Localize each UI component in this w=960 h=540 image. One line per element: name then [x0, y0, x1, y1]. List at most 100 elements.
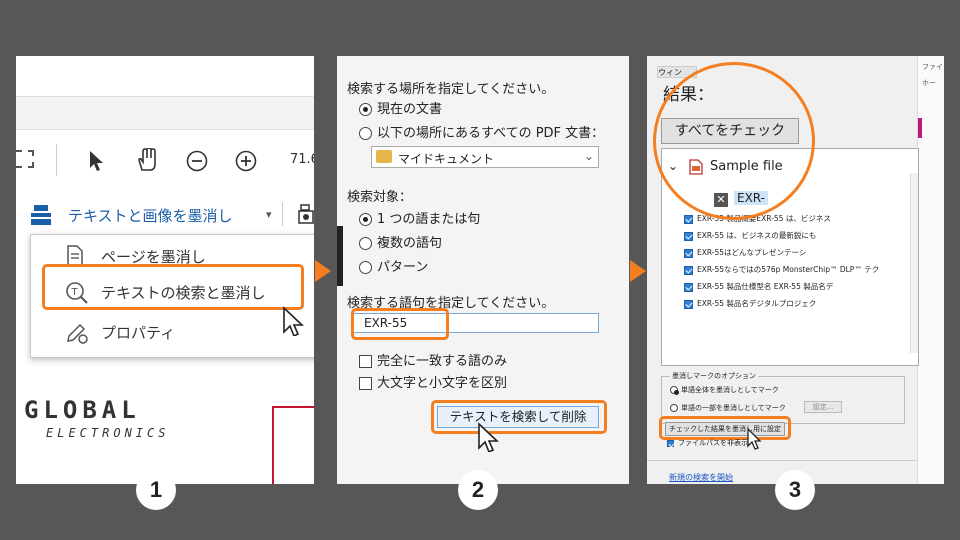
radio-label: 単語の一部を墨消しとしてマーク — [681, 404, 786, 412]
highlight-frame — [42, 264, 304, 310]
redact-toolbar: テキストと画像を墨消し ▾ — [30, 202, 314, 230]
result-item[interactable]: EXR-55 製品名デジタルプロジェク — [684, 298, 879, 315]
radio-label: 複数の語句 — [377, 236, 443, 251]
radio-label: 以下の場所にあるすべての PDF 文書： — [377, 126, 605, 141]
mouse-cursor-icon — [747, 428, 762, 450]
radio-label: 現在の文書 — [377, 102, 443, 117]
step-number-2: 2 — [458, 470, 498, 510]
zoom-level[interactable]: 71.6 — [290, 152, 314, 167]
checkbox-checked-icon — [684, 248, 693, 258]
radio-unselected-icon — [359, 261, 372, 274]
radio-label: パターン — [377, 260, 429, 275]
highlight-frame — [659, 416, 791, 440]
hand-tool-icon[interactable] — [136, 148, 158, 172]
whole-word-checkbox[interactable]: 完全に一致する語のみ — [359, 350, 507, 369]
window-edge — [337, 226, 343, 286]
settings-button[interactable]: 設定... — [804, 401, 842, 413]
checkbox-label: ファイルパスを非表示 — [678, 439, 748, 447]
result-item[interactable]: EXR-55 製品仕様型名 EXR-55 製品名デ — [684, 281, 879, 298]
result-text: EXR-55 製品仕様型名 EXR-55 製品名デ — [697, 282, 834, 291]
where-label: 検索する場所を指定してください。 — [347, 82, 555, 97]
logo-text: GLOBAL — [24, 396, 141, 424]
radio-selected-icon — [359, 213, 372, 226]
case-sensitive-checkbox[interactable]: 大文字と小文字を区別 — [359, 372, 507, 391]
step-arrow-icon — [315, 260, 331, 282]
result-list: EXR-55 製品概要EXR-55 は、ビジネス EXR-55 は、ビジネスの最… — [684, 213, 879, 315]
radio-selected-icon — [670, 386, 679, 395]
highlight-frame — [351, 308, 449, 340]
menu-item-properties[interactable]: プロパティ — [31, 315, 314, 349]
redact-tool-label[interactable]: テキストと画像を墨消し — [68, 205, 233, 226]
result-text: EXR-55ならではの576p MonsterChip™ DLP™ テク — [697, 265, 880, 274]
radio-mark-part-word[interactable]: 単語の一部を墨消しとしてマーク — [670, 403, 786, 413]
checkbox-label: 大文字と小文字を区別 — [377, 376, 508, 391]
radio-label: 1 つの語または句 — [377, 212, 481, 227]
folder-select[interactable]: マイドキュメント ⌄ — [371, 146, 599, 168]
checkbox-checked-icon — [684, 231, 693, 241]
radio-all-pdfs[interactable]: 以下の場所にあるすべての PDF 文書： — [359, 122, 604, 141]
apply-redact-icon[interactable] — [298, 204, 314, 226]
result-item[interactable]: EXR-55はどんなプレゼンテーシ — [684, 247, 879, 264]
checkbox-checked-icon — [684, 265, 693, 275]
folder-value: マイドキュメント — [398, 152, 495, 166]
radio-label: 単語全体を墨消しとしてマーク — [681, 386, 779, 394]
folder-icon — [376, 150, 392, 163]
properties-icon — [67, 323, 88, 344]
radio-unselected-icon — [670, 404, 678, 412]
radio-single-word[interactable]: 1 つの語または句 — [359, 208, 480, 227]
company-logo: GLOBAL ELECTRONICS — [24, 396, 169, 440]
show-file-path-checkbox[interactable]: ファイルパスを非表示 — [667, 438, 748, 448]
marquee-zoom-icon[interactable] — [16, 150, 34, 168]
result-text: EXR-55 製品名デジタルプロジェク — [697, 299, 817, 308]
result-item[interactable]: EXR-55 は、ビジネスの最新鋭にも — [684, 230, 879, 247]
checkbox-checked-icon — [684, 214, 693, 224]
checkbox-checked-icon — [684, 299, 693, 309]
redact-tool-icon[interactable] — [30, 204, 52, 226]
side-tab-fragment: ファイ — [922, 63, 943, 71]
new-search-link[interactable]: 新規の検索を開始 — [669, 472, 733, 483]
result-item[interactable]: EXR-55ならではの576p MonsterChip™ DLP™ テク — [684, 264, 879, 281]
step3-panel: ファイ ホー ウィン 結果： すべてをチェック ⌄ Sample file ✕ … — [647, 56, 944, 484]
zoom-out-icon[interactable] — [186, 150, 208, 172]
zoom-in-icon[interactable] — [235, 150, 257, 172]
radio-selected-icon — [359, 103, 372, 116]
toolbar: 71.6 — [16, 142, 314, 182]
chevron-down-icon: ⌄ — [584, 149, 595, 163]
step2-panel: 検索する場所を指定してください。 現在の文書 以下の場所にあるすべての PDF … — [337, 56, 629, 484]
checkbox-label: 完全に一致する語のみ — [377, 354, 508, 369]
step-number-1: 1 — [136, 470, 176, 510]
right-side-panel: ファイ ホー — [917, 56, 944, 484]
step-number-3: 3 — [775, 470, 815, 510]
checkbox-icon — [359, 377, 372, 390]
radio-pattern[interactable]: パターン — [359, 256, 428, 275]
radio-mark-whole-word[interactable]: 単語全体を墨消しとしてマーク — [670, 385, 779, 395]
scrollbar[interactable] — [910, 173, 918, 353]
divider — [647, 460, 917, 461]
menu-item-label: プロパティ — [101, 324, 176, 342]
checkbox-icon — [359, 355, 372, 368]
radio-unselected-icon — [359, 127, 372, 140]
logo-subtext: ELECTRONICS — [46, 426, 170, 440]
select-arrow-icon[interactable] — [88, 150, 104, 172]
radio-unselected-icon — [359, 237, 372, 250]
toolbar-divider — [56, 144, 57, 176]
step-arrow-icon — [630, 260, 646, 282]
mouse-cursor-icon — [478, 422, 499, 452]
highlight-circle — [653, 62, 815, 220]
chevron-down-icon[interactable]: ▾ — [266, 208, 272, 221]
step1-panel: 71.6 テキストと画像を墨消し ▾ ページを墨消し T テキストの検索と墨消し… — [16, 56, 314, 484]
radio-current-document[interactable]: 現在の文書 — [359, 98, 442, 117]
checkbox-checked-icon — [684, 282, 693, 292]
toolbar-divider — [282, 202, 283, 226]
page-frame-decoration — [272, 406, 314, 484]
side-accent — [918, 118, 922, 138]
mouse-cursor-icon — [283, 306, 304, 336]
checkbox-checked-icon — [667, 439, 674, 447]
highlight-frame — [431, 400, 607, 434]
result-text: EXR-55 は、ビジネスの最新鋭にも — [697, 231, 817, 240]
radio-multiple-words[interactable]: 複数の語句 — [359, 232, 442, 251]
result-text: EXR-55はどんなプレゼンテーシ — [697, 248, 807, 257]
tab-strip — [16, 96, 314, 130]
side-tab-fragment: ホー — [922, 79, 936, 87]
target-label: 検索対象： — [347, 190, 413, 205]
